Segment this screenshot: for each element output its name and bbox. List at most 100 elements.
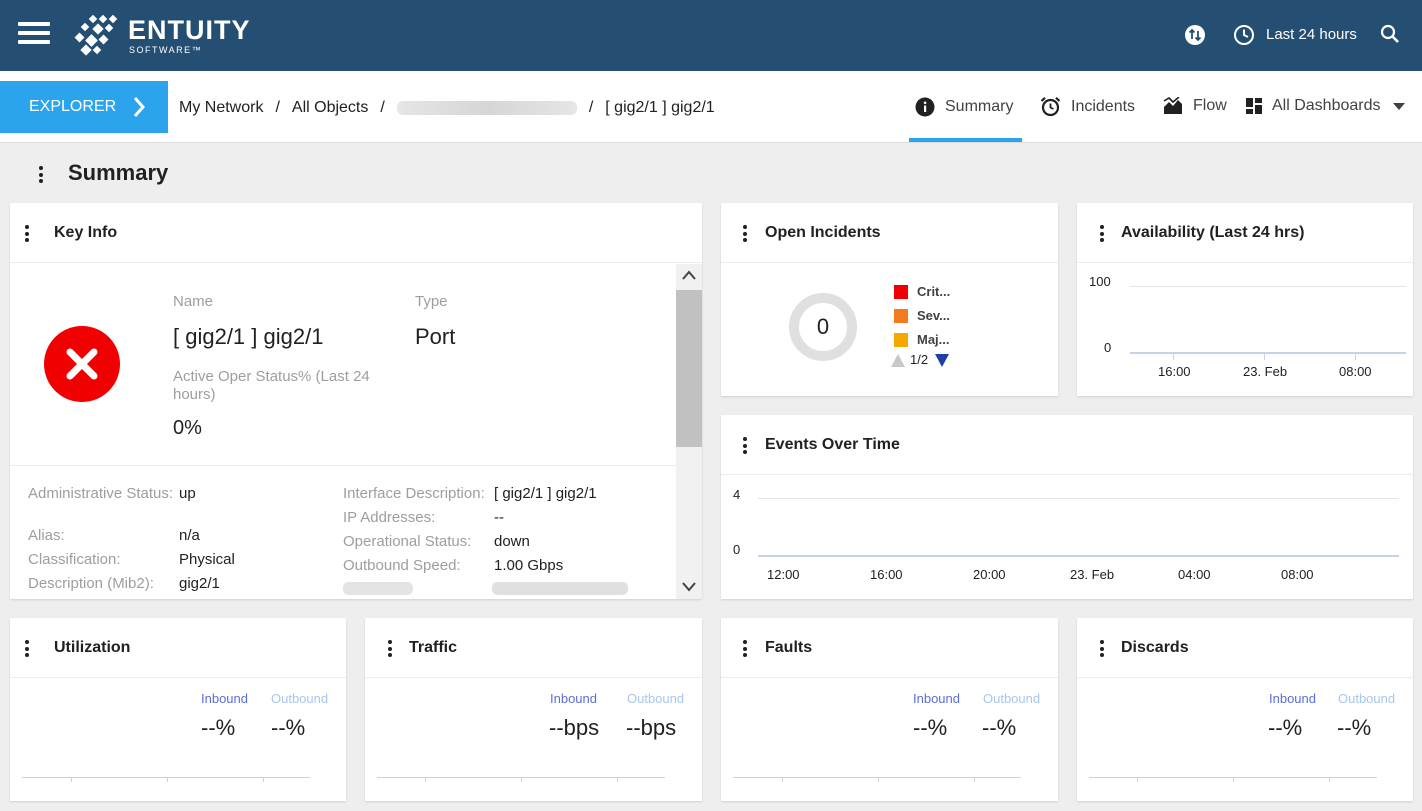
- legend-prev-icon[interactable]: [891, 354, 905, 367]
- key-info-menu-icon[interactable]: [25, 225, 29, 245]
- discards-card: Discards Inbound Outbound --% --%: [1077, 618, 1413, 801]
- key-info-title: Key Info: [54, 224, 118, 241]
- search-icon[interactable]: [1380, 24, 1400, 44]
- breadcrumb-all-objects[interactable]: All Objects: [292, 99, 368, 117]
- type-label: Type: [415, 293, 448, 310]
- brand-subtitle: SOFTWARE™: [129, 45, 203, 55]
- legend-swatch-major: [894, 332, 908, 347]
- detail-label: Outbound Speed:: [343, 557, 461, 574]
- detail-value: 1.00 Gbps: [494, 557, 564, 574]
- detail-value: gig2/1: [179, 575, 220, 592]
- availability-menu-icon[interactable]: [1100, 225, 1104, 245]
- traffic-menu-icon[interactable]: [388, 640, 392, 660]
- x-tick: 08:00: [1339, 364, 1372, 379]
- outbound-label: Outbound: [1338, 691, 1396, 706]
- discards-header: Discards: [1077, 618, 1413, 678]
- tab-incidents[interactable]: Incidents: [1040, 96, 1135, 117]
- name-value: [ gig2/1 ] gig2/1: [173, 324, 324, 349]
- explorer-button[interactable]: EXPLORER: [0, 81, 168, 133]
- breadcrumb-redacted-device[interactable]: [396, 101, 577, 115]
- tick-mark: [974, 777, 975, 782]
- tick-mark: [521, 777, 522, 782]
- detail-label: Operational Status:: [343, 533, 472, 550]
- open-incidents-header: Open Incidents: [721, 203, 1058, 263]
- faults-menu-icon[interactable]: [743, 640, 747, 660]
- legend-critical[interactable]: Crit...: [894, 284, 950, 299]
- legend-major[interactable]: Maj...: [894, 332, 950, 347]
- legend-swatch-severe: [894, 308, 908, 323]
- legend-critical-label: Crit...: [917, 284, 951, 299]
- tab-flow[interactable]: Flow: [1163, 97, 1227, 115]
- events-header: Events Over Time: [721, 415, 1413, 475]
- tick-mark: [425, 777, 426, 782]
- scroll-down-icon[interactable]: [682, 582, 696, 592]
- x-tick: 16:00: [1158, 364, 1191, 379]
- caret-down-icon[interactable]: [1392, 102, 1405, 110]
- logo[interactable]: ENTUITY SOFTWARE™: [72, 14, 251, 58]
- utilization-menu-icon[interactable]: [25, 640, 29, 660]
- legend-next-icon[interactable]: [935, 354, 949, 367]
- tab-all-dashboards-label: All Dashboards: [1272, 97, 1381, 114]
- key-info-card: Key Info Name [ gig2/1 ] gig2/1 Type Por…: [10, 203, 702, 599]
- sparkline-axis: [22, 777, 310, 778]
- info-icon: [915, 97, 935, 117]
- tab-all-dashboards[interactable]: All Dashboards: [1246, 97, 1405, 115]
- active-oper-status-label: Active Oper Status% (Last 24 hours): [173, 368, 370, 403]
- outbound-value: --%: [982, 715, 1017, 740]
- x-axis: [758, 555, 1399, 557]
- tab-summary[interactable]: Summary: [915, 97, 1013, 117]
- availability-title: Availability (Last 24 hrs): [1121, 224, 1305, 241]
- legend-swatch-critical: [894, 284, 908, 299]
- sparkline-axis: [733, 777, 1021, 778]
- tick-mark: [782, 777, 783, 782]
- page-title: Summary: [68, 160, 169, 185]
- tick-mark: [617, 777, 618, 782]
- breadcrumb-my-network[interactable]: My Network: [179, 99, 263, 117]
- grid-line: [1130, 286, 1406, 287]
- utilization-card: Utilization Inbound Outbound --% --%: [10, 618, 346, 801]
- y-tick: 0: [733, 542, 741, 557]
- top-bar: ENTUITY SOFTWARE™ Last 24 hours: [0, 0, 1422, 71]
- scroll-up-icon[interactable]: [682, 270, 696, 280]
- legend-major-label: Maj...: [917, 332, 950, 347]
- x-tick-mark: [1173, 354, 1174, 360]
- scrollbar-thumb[interactable]: [676, 290, 702, 447]
- clock-icon[interactable]: [1233, 24, 1255, 46]
- tab-summary-label: Summary: [945, 98, 1014, 115]
- area-chart-icon: [1163, 97, 1182, 114]
- events-menu-icon[interactable]: [743, 437, 747, 457]
- discards-title: Discards: [1121, 639, 1189, 656]
- open-incidents-menu-icon[interactable]: [743, 225, 747, 245]
- inbound-value: --%: [913, 715, 948, 740]
- chevron-right-icon: [134, 97, 146, 117]
- incident-count: 0: [816, 314, 830, 339]
- tick-mark: [71, 777, 72, 782]
- breadcrumb-separator: /: [380, 99, 385, 116]
- page-menu-icon[interactable]: [39, 166, 43, 186]
- outbound-value: --%: [271, 715, 306, 740]
- faults-header: Faults: [721, 618, 1058, 678]
- time-range-label[interactable]: Last 24 hours: [1266, 26, 1357, 43]
- discards-menu-icon[interactable]: [1100, 640, 1104, 660]
- inbound-label: Inbound: [550, 691, 597, 706]
- inbound-label: Inbound: [913, 691, 960, 706]
- availability-header: Availability (Last 24 hrs): [1077, 203, 1413, 263]
- menu-icon[interactable]: [18, 22, 50, 46]
- redacted-label: [343, 582, 413, 595]
- scrollbar[interactable]: [676, 264, 702, 599]
- x-tick: 12:00: [767, 567, 800, 582]
- inbound-label: Inbound: [1269, 691, 1316, 706]
- x-tick-mark: [1355, 354, 1356, 360]
- divider: [10, 465, 676, 466]
- detail-label: Interface Description:: [343, 485, 485, 502]
- grid-line: [758, 498, 1399, 499]
- legend-severe[interactable]: Sev...: [894, 308, 950, 323]
- traffic-title: Traffic: [409, 639, 458, 656]
- redacted-value: [492, 582, 628, 595]
- inbound-value: --%: [201, 715, 236, 740]
- y-tick: 0: [1104, 340, 1112, 355]
- detail-value: up: [179, 485, 196, 502]
- entuity-logo-icon: [74, 14, 118, 56]
- sync-icon[interactable]: [1184, 24, 1206, 46]
- outbound-value: --%: [1337, 715, 1372, 740]
